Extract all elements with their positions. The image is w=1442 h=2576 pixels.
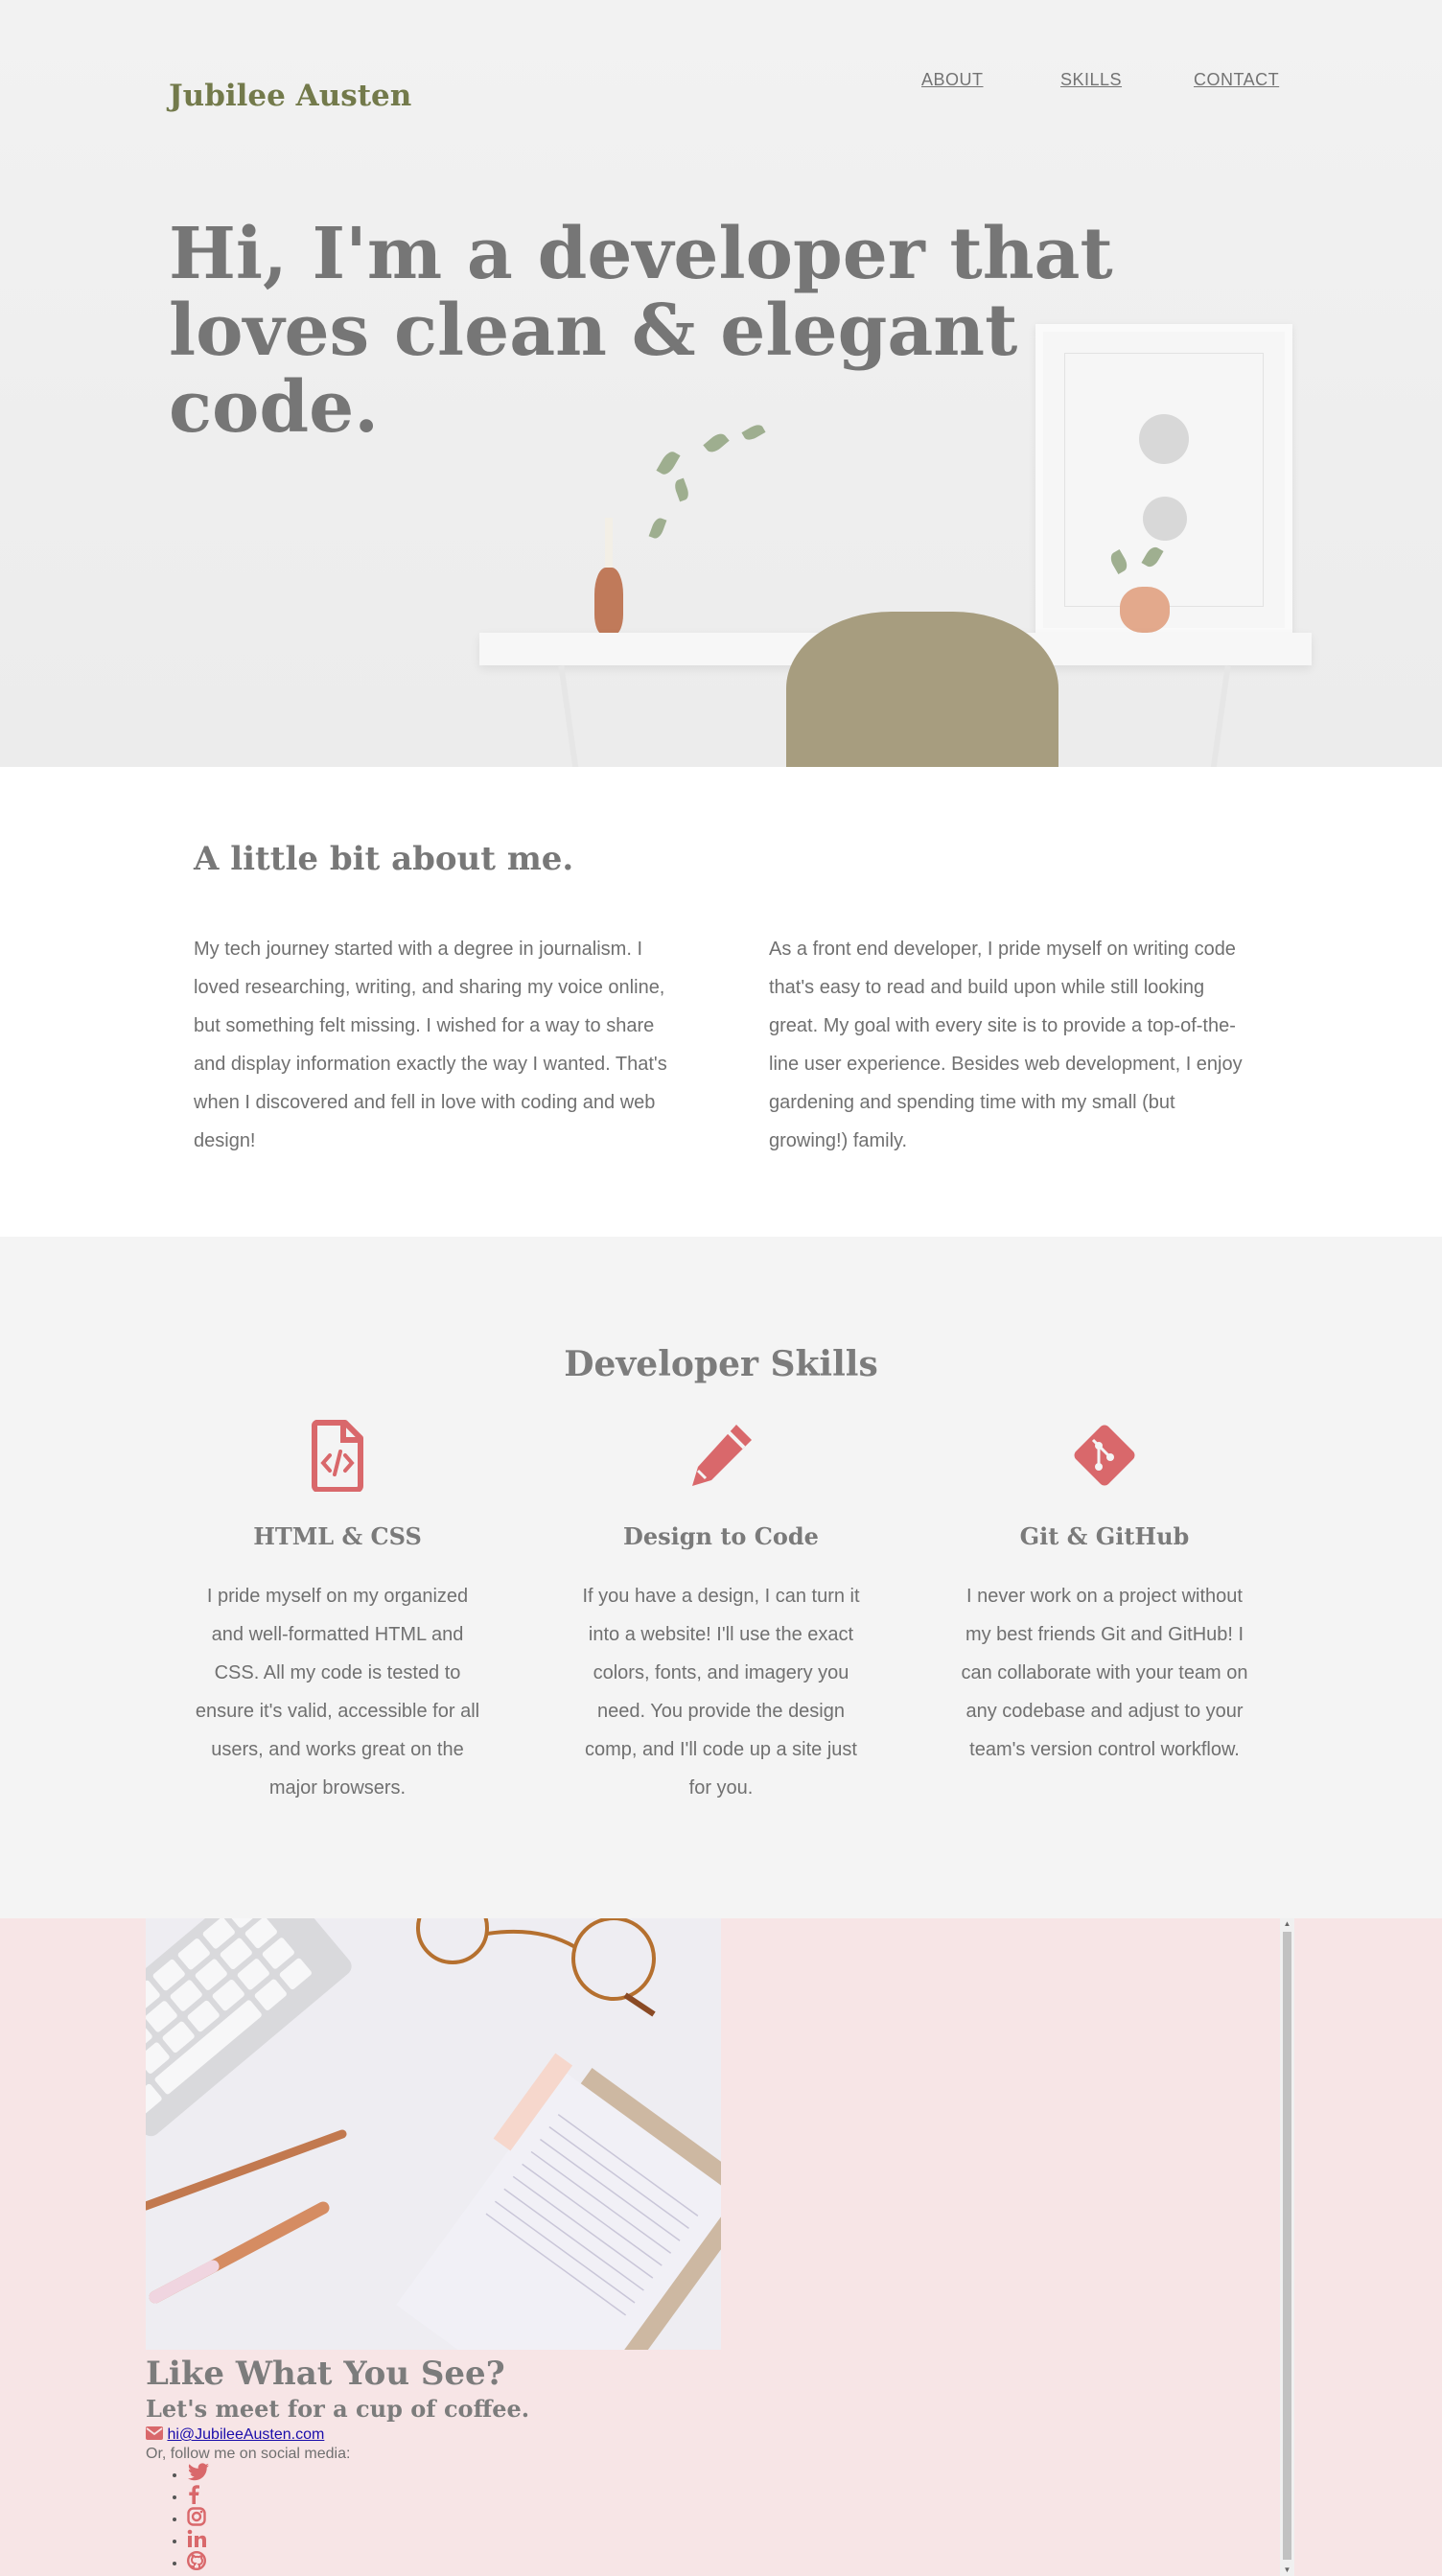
skills-section: Developer Skills HTML & CSS I pride myse… [0,1237,1442,1918]
social-item [186,2550,210,2575]
social-item [187,2463,210,2485]
vase [594,568,623,635]
skill-title: Design to Code [623,1522,819,1550]
about-section: A little bit about me. My tech journey s… [0,767,1442,1237]
nav-about-link[interactable]: ABOUT [921,70,984,90]
about-paragraph-2: As a front end developer, I pride myself… [769,939,1243,1151]
scrollbar-thumb[interactable] [1283,1932,1291,2560]
chair [786,612,1058,767]
follow-text: Or, follow me on social media: [146,2446,351,2462]
github-icon[interactable] [186,2550,207,2575]
nav-skills-link[interactable]: SKILLS [1060,70,1122,90]
skill-title: HTML & CSS [253,1522,422,1550]
about-heading: A little bit about me. [194,840,574,878]
instagram-icon[interactable] [187,2507,206,2531]
scroll-down-arrow[interactable]: ▼ [1280,2564,1294,2576]
linkedin-icon[interactable] [187,2529,206,2553]
facebook-icon[interactable] [187,2485,200,2509]
pencil-icon [685,1419,757,1492]
social-links [168,2463,210,2573]
file-code-icon [301,1419,374,1493]
twitter-icon[interactable] [187,2463,210,2487]
skills-heading: Developer Skills [564,1344,878,1384]
scroll-up-arrow[interactable]: ▲ [1280,1918,1294,1930]
skill-text: If you have a design, I can turn it into… [582,1586,860,1799]
skill-card-design-to-code: Design to Code If you have a design, I c… [577,1419,865,1807]
hero-title: Hi, I'm a developer that loves clean & e… [169,213,1113,449]
plant-pot [1120,587,1170,633]
skill-text: I never work on a project without my bes… [961,1586,1248,1760]
skill-title: Git & GitHub [1019,1522,1190,1550]
social-item [187,2529,210,2551]
social-item [187,2507,210,2529]
brand-logo[interactable]: Jubilee Austen [169,79,411,113]
hero: Jubilee Austen ABOUT SKILLS CONTACT Hi, … [0,0,1442,767]
vertical-scrollbar[interactable]: ▲ ▼ [1280,1918,1294,2576]
contact-section: Like What You See? Let's meet for a cup … [0,1918,1442,2576]
git-icon [1068,1419,1141,1492]
skill-card-html-css: HTML & CSS I pride myself on my organize… [194,1419,481,1807]
contact-subheading: Let's meet for a cup of coffee. [146,2395,530,2423]
about-paragraph-1: My tech journey started with a degree in… [194,939,667,1151]
skill-text: I pride myself on my organized and well-… [195,1586,480,1799]
social-item [187,2485,210,2507]
email-line: hi@JubileeAusten.com [146,2426,324,2444]
nav-contact-link[interactable]: CONTACT [1194,70,1279,90]
desk-flatlay-photo [146,1918,721,2350]
skill-card-git-github: Git & GitHub I never work on a project w… [961,1419,1248,1769]
contact-heading: Like What You See? [146,2355,505,2393]
envelope-icon [146,2426,167,2443]
email-link[interactable]: hi@JubileeAusten.com [167,2426,324,2443]
